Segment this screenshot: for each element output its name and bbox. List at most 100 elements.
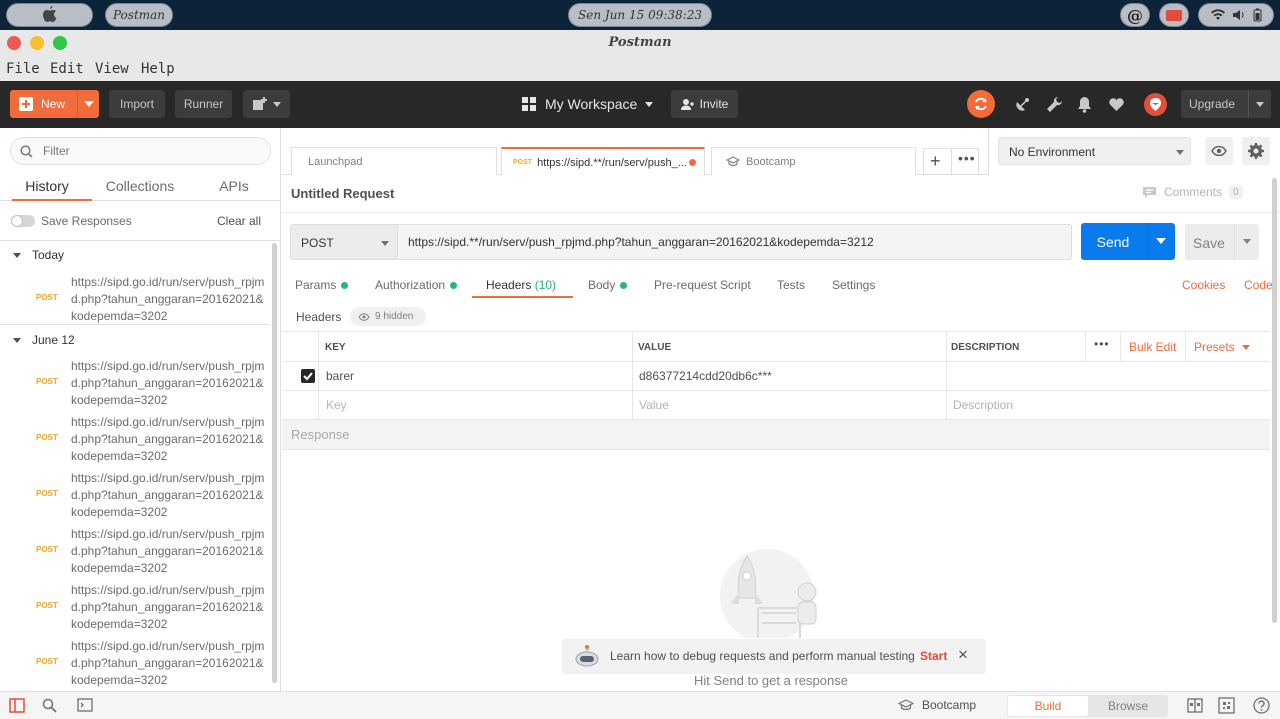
method-select[interactable]: POST bbox=[290, 224, 398, 260]
sync-icon[interactable] bbox=[967, 90, 995, 118]
check-icon bbox=[303, 372, 313, 381]
build-mode-button[interactable]: Build bbox=[1008, 696, 1088, 716]
filter-field[interactable] bbox=[10, 137, 271, 165]
at-icon[interactable]: @ bbox=[1120, 3, 1150, 27]
invite-button[interactable]: Invite bbox=[671, 90, 738, 118]
keyboard-shortcuts-icon[interactable] bbox=[1218, 697, 1235, 714]
description-placeholder[interactable]: Description bbox=[953, 398, 1013, 412]
list-item[interactable]: POST https://sipd.go.id/run/serv/push_rpj… bbox=[0, 582, 270, 638]
help-icon[interactable] bbox=[1253, 697, 1270, 714]
learning-tip-banner: Learn how to debug requests and perform … bbox=[562, 639, 986, 674]
recorder-icon[interactable] bbox=[1159, 3, 1189, 27]
tab-body[interactable]: Body bbox=[588, 278, 628, 292]
menu-view[interactable]: View bbox=[95, 61, 129, 77]
tab-history[interactable]: History bbox=[12, 178, 82, 194]
tab-tests[interactable]: Tests bbox=[777, 278, 805, 292]
bulk-edit-link[interactable]: Bulk Edit bbox=[1129, 340, 1176, 354]
satellite-icon[interactable] bbox=[1014, 96, 1031, 113]
manage-environments-button[interactable] bbox=[1242, 137, 1270, 165]
value-placeholder[interactable]: Value bbox=[639, 398, 669, 412]
tab-launchpad[interactable]: Launchpad bbox=[291, 147, 497, 175]
more-tabs-icon[interactable]: ••• bbox=[958, 150, 976, 166]
new-dropdown-icon[interactable] bbox=[84, 101, 94, 107]
graduation-cap-icon bbox=[726, 156, 740, 167]
header-enabled-checkbox[interactable] bbox=[301, 369, 315, 383]
code-link[interactable]: Code bbox=[1244, 278, 1273, 292]
workspace-switcher[interactable]: My Workspace bbox=[521, 96, 654, 112]
add-tab-icon[interactable]: + bbox=[930, 151, 941, 172]
maximize-window-button[interactable] bbox=[53, 36, 67, 50]
list-item[interactable]: POST https://sipd.go.id/run/serv/push_rpj… bbox=[0, 414, 270, 470]
header-value-cell[interactable]: d86377214cdd20db6c*** bbox=[639, 369, 772, 383]
menu-help[interactable]: Help bbox=[141, 61, 175, 77]
toggle-sidebar-icon[interactable] bbox=[9, 698, 25, 713]
search-icon bbox=[20, 145, 33, 158]
rocket-illustration bbox=[720, 549, 817, 638]
sidebar-scrollbar[interactable] bbox=[272, 243, 277, 683]
main-area: Launchpad POST https://sipd.**/run/serv/… bbox=[282, 128, 1280, 691]
list-item[interactable]: POST https://sipd.go.id/run/serv/push_rpj… bbox=[0, 638, 270, 694]
url-field[interactable]: https://sipd.**/run/serv/push_rpjmd.php?… bbox=[398, 224, 1072, 260]
send-dropdown-icon[interactable] bbox=[1156, 238, 1166, 244]
header-key-cell[interactable]: barer bbox=[326, 369, 354, 383]
save-button[interactable]: Save bbox=[1185, 224, 1259, 260]
save-responses-toggle[interactable] bbox=[11, 215, 35, 227]
history-group-today[interactable]: Today bbox=[13, 248, 64, 262]
system-tray[interactable] bbox=[1198, 3, 1274, 27]
send-button[interactable]: Send bbox=[1081, 223, 1175, 260]
tab-active-request[interactable]: POST https://sipd.**/run/serv/push_... bbox=[501, 147, 705, 176]
minimize-window-button[interactable] bbox=[30, 36, 44, 50]
comments-button[interactable]: Comments 0 bbox=[1142, 185, 1243, 199]
list-item[interactable]: POST https://sipd.go.id/run/serv/push_rpj… bbox=[0, 470, 270, 526]
runner-button[interactable]: Runner bbox=[175, 90, 232, 118]
tab-headers[interactable]: Headers (10) bbox=[486, 278, 556, 292]
history-group-june-12[interactable]: June 12 bbox=[13, 333, 75, 347]
new-button[interactable]: New bbox=[10, 90, 99, 118]
environment-quick-look-button[interactable] bbox=[1205, 137, 1233, 165]
console-icon[interactable] bbox=[77, 698, 93, 712]
close-window-button[interactable] bbox=[7, 36, 21, 50]
clear-all-link[interactable]: Clear all bbox=[217, 214, 261, 228]
tip-start-link[interactable]: Start bbox=[920, 649, 947, 663]
presets-dropdown[interactable]: Presets bbox=[1194, 340, 1251, 354]
find-icon[interactable] bbox=[42, 698, 57, 713]
key-placeholder[interactable]: Key bbox=[326, 398, 347, 412]
tab-collections[interactable]: Collections bbox=[100, 178, 180, 194]
tab-authorization[interactable]: Authorization bbox=[375, 278, 458, 292]
window-title-bar: Postman bbox=[0, 30, 1280, 57]
save-dropdown-icon[interactable] bbox=[1243, 239, 1251, 244]
wrench-icon[interactable] bbox=[1046, 96, 1063, 113]
list-item[interactable]: POST https://sipd.go.id/run/serv/push_rpj… bbox=[0, 358, 270, 414]
environment-select[interactable]: No Environment bbox=[998, 137, 1191, 165]
heart-icon[interactable] bbox=[1108, 97, 1125, 112]
list-item[interactable]: POST https://sipd.go.id/run/serv/push_rp… bbox=[0, 274, 270, 330]
tab-bootcamp[interactable]: Bootcamp bbox=[711, 147, 916, 175]
upgrade-button[interactable]: Upgrade bbox=[1181, 90, 1271, 118]
url-input[interactable]: https://sipd.**/run/serv/push_rpjmd.php?… bbox=[408, 235, 874, 249]
tab-apis[interactable]: APIs bbox=[210, 178, 258, 194]
tab-settings[interactable]: Settings bbox=[832, 278, 875, 292]
new-window-button[interactable] bbox=[243, 90, 290, 118]
cookies-link[interactable]: Cookies bbox=[1182, 278, 1225, 292]
browse-mode-button[interactable]: Browse bbox=[1088, 696, 1168, 716]
upgrade-dropdown-icon[interactable] bbox=[1256, 102, 1264, 107]
comments-count: 0 bbox=[1229, 185, 1243, 199]
menu-file[interactable]: File bbox=[6, 61, 40, 77]
tab-pre-request-script[interactable]: Pre-request Script bbox=[654, 278, 751, 292]
two-pane-view-icon[interactable] bbox=[1187, 698, 1203, 713]
app-pill[interactable]: Postman bbox=[105, 3, 173, 27]
menu-edit[interactable]: Edit bbox=[50, 61, 84, 77]
hidden-headers-toggle[interactable]: 9 hidden bbox=[350, 307, 426, 326]
close-icon[interactable]: × bbox=[958, 645, 968, 665]
more-options-icon[interactable]: ••• bbox=[1094, 337, 1110, 351]
filter-input[interactable] bbox=[43, 143, 253, 159]
import-button[interactable]: Import bbox=[109, 90, 165, 118]
avatar[interactable] bbox=[1144, 93, 1167, 116]
main-scrollbar[interactable] bbox=[1272, 178, 1277, 623]
bell-icon[interactable] bbox=[1077, 96, 1092, 113]
bootcamp-link[interactable]: Bootcamp bbox=[898, 698, 976, 712]
apple-menu-button[interactable] bbox=[6, 3, 93, 27]
tab-params[interactable]: Params bbox=[295, 278, 349, 292]
tab-history-indicator bbox=[12, 199, 92, 201]
list-item[interactable]: POST https://sipd.go.id/run/serv/push_rpj… bbox=[0, 526, 270, 582]
